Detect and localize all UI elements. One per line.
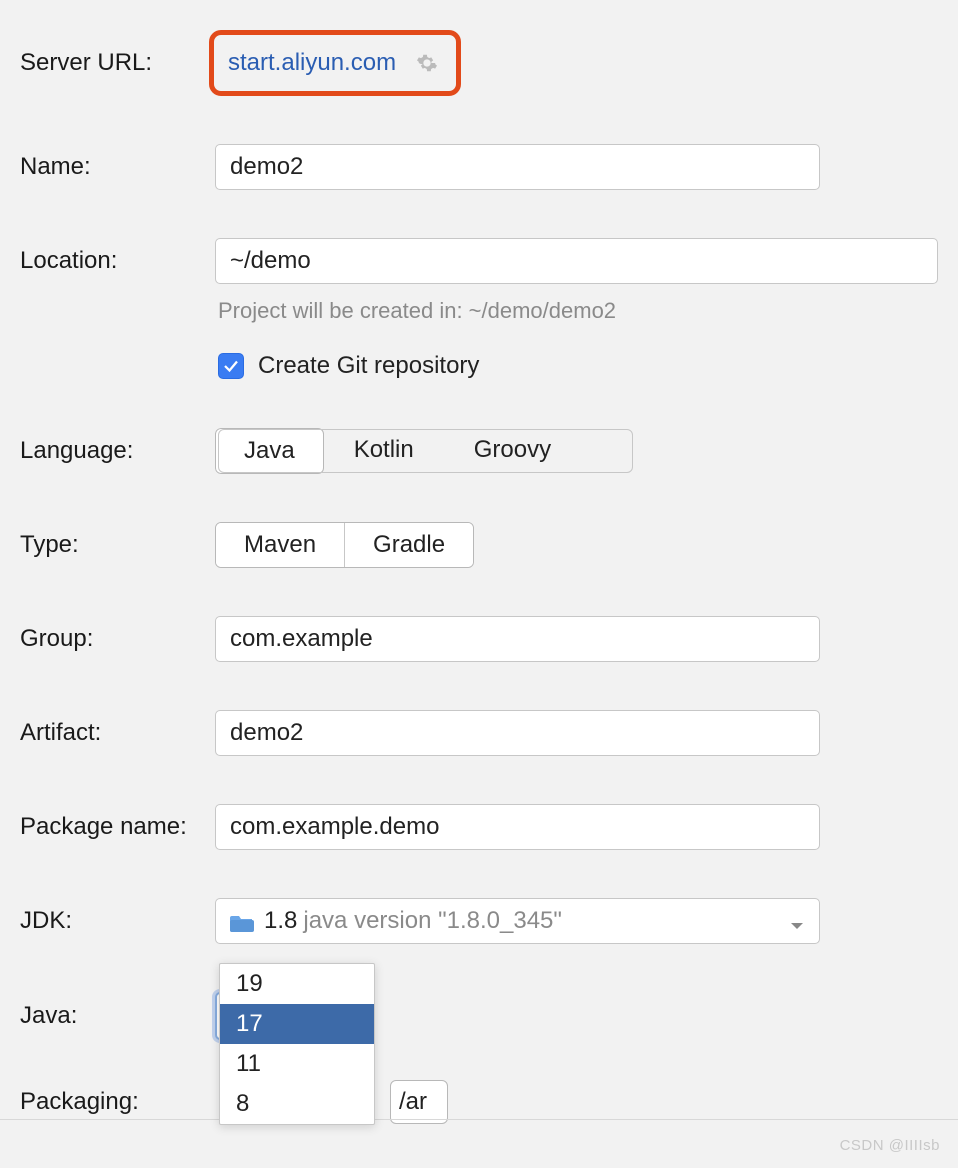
java-option-17[interactable]: 17 — [220, 1004, 374, 1044]
server-url-highlight: start.aliyun.com — [209, 30, 461, 96]
language-option-java[interactable]: Java — [215, 428, 324, 474]
git-checkbox[interactable] — [218, 353, 244, 379]
group-input[interactable] — [215, 616, 820, 662]
artifact-label: Artifact: — [20, 719, 215, 747]
separator — [0, 1119, 958, 1120]
name-label: Name: — [20, 153, 215, 181]
jdk-dropdown[interactable]: 1.8 java version "1.8.0_345" — [215, 898, 820, 944]
packaging-partial-text: /ar — [399, 1088, 427, 1116]
java-label: Java: — [20, 1002, 215, 1030]
folder-icon — [230, 911, 254, 931]
artifact-input[interactable] — [215, 710, 820, 756]
package-name-input[interactable] — [215, 804, 820, 850]
jdk-version: 1.8 — [264, 907, 297, 935]
location-input[interactable] — [215, 238, 938, 284]
java-option-11[interactable]: 11 — [220, 1044, 374, 1084]
java-dropdown-popup: 19 17 11 8 — [219, 963, 375, 1125]
location-label: Location: — [20, 247, 215, 275]
type-option-gradle[interactable]: Gradle — [345, 523, 473, 567]
group-label: Group: — [20, 625, 215, 653]
jdk-label: JDK: — [20, 907, 215, 935]
java-option-8[interactable]: 8 — [220, 1084, 374, 1124]
name-input[interactable] — [215, 144, 820, 190]
git-checkbox-label: Create Git repository — [258, 352, 479, 380]
location-hint: Project will be created in: ~/demo/demo2 — [218, 298, 938, 324]
type-segments: Maven Gradle — [215, 522, 474, 568]
server-url-link[interactable]: start.aliyun.com — [228, 49, 396, 77]
chevron-down-icon — [789, 913, 805, 929]
gear-icon[interactable] — [416, 52, 438, 74]
packaging-option-partial[interactable]: /ar — [390, 1080, 448, 1124]
language-label: Language: — [20, 437, 215, 465]
watermark: CSDN @IIIIsb — [840, 1137, 940, 1154]
java-option-19[interactable]: 19 — [220, 964, 374, 1004]
type-label: Type: — [20, 531, 215, 559]
jdk-desc: java version "1.8.0_345" — [303, 907, 562, 935]
server-url-label: Server URL: — [20, 49, 215, 77]
package-name-label: Package name: — [20, 813, 215, 841]
language-option-kotlin[interactable]: Kotlin — [324, 428, 444, 474]
language-option-groovy[interactable]: Groovy — [444, 428, 581, 474]
type-option-maven[interactable]: Maven — [216, 523, 345, 567]
language-segments: Java Kotlin Groovy — [215, 428, 581, 474]
packaging-label: Packaging: — [20, 1088, 215, 1116]
